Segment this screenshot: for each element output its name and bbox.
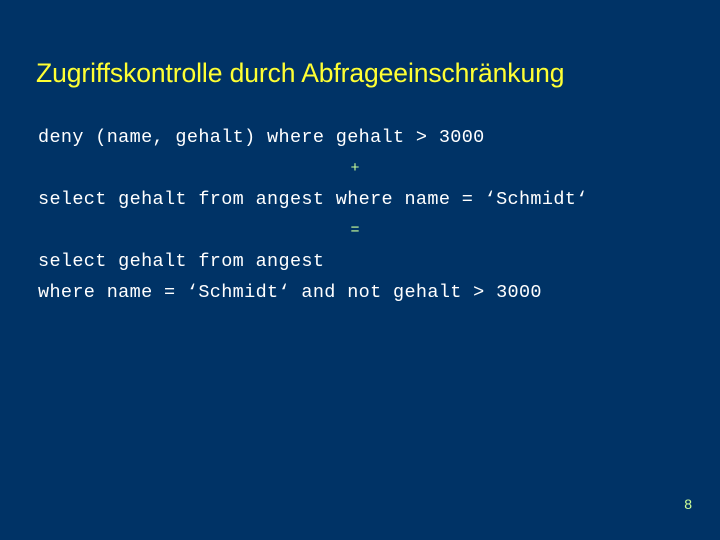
operator-plus: + <box>350 160 360 177</box>
slide-body: deny (name, gehalt) where gehalt > 3000 … <box>38 122 686 308</box>
slide-canvas: Zugriffskontrolle durch Abfrageeinschrän… <box>0 0 720 540</box>
code-line-1: deny (name, gehalt) where gehalt > 3000 <box>38 127 485 148</box>
page-title: Zugriffskontrolle durch Abfrageeinschrän… <box>36 58 565 88</box>
page-number: 8 <box>684 496 692 512</box>
code-line-3: select gehalt from angest <box>38 251 325 272</box>
code-line-2: select gehalt from angest where name = ‘… <box>38 189 588 210</box>
code-line-4: where name = ‘Schmidt‘ and not gehalt > … <box>38 282 542 303</box>
operator-equals: = <box>350 222 360 239</box>
